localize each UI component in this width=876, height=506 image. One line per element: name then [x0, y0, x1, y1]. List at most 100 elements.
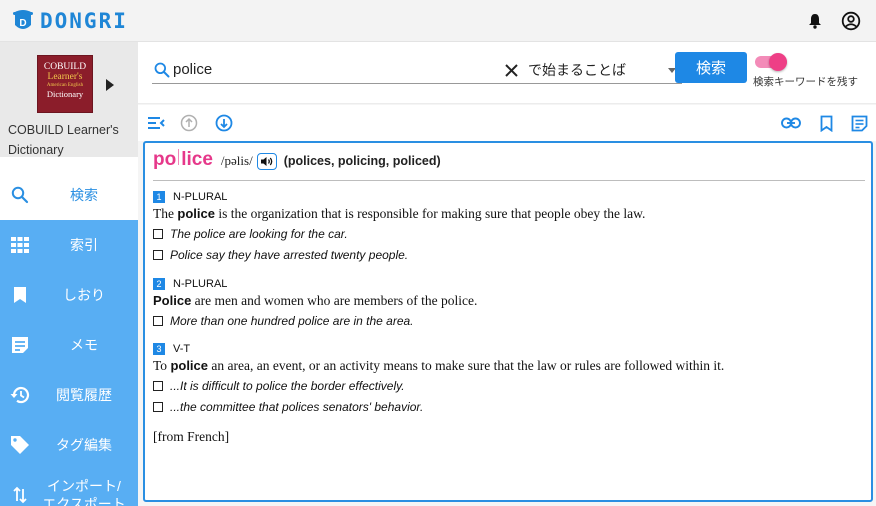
sidebar: COBUILD Learner's American English Dicti…: [0, 42, 138, 506]
sidebar-item-search[interactable]: 検索: [0, 170, 138, 220]
cover-line: COBUILD: [43, 62, 87, 72]
definition: The police is the organization that is r…: [153, 205, 865, 223]
definition: Police are men and women who are members…: [153, 292, 865, 310]
label-line: インポート/: [47, 478, 121, 494]
app-root: D DONGRI COBUILD Learner's American Engl…: [0, 0, 876, 506]
cover-line: Learner's: [47, 72, 83, 82]
svg-text:D: D: [19, 18, 26, 29]
arrow-down-circle-icon[interactable]: [214, 113, 234, 133]
sense-3: 3 V-T To police an area, an event, or an…: [153, 342, 865, 417]
headword-syllable: lice: [181, 149, 213, 170]
sense-header: 2 N-PLURAL: [153, 277, 865, 291]
definition-keyword: Police: [153, 293, 192, 308]
example-sentence: Police say they have arrested twenty peo…: [153, 244, 865, 265]
search-icon: [8, 183, 32, 207]
definition-keyword: police: [170, 358, 209, 373]
example-text: ...It is difficult to police the border …: [170, 378, 405, 393]
audio-play-button[interactable]: [256, 153, 277, 170]
collapse-list-icon[interactable]: [146, 113, 166, 133]
bookmark-outline-icon[interactable]: [816, 113, 836, 133]
sidebar-item-label: 閲覧履歴: [56, 387, 112, 403]
syllable-divider: [178, 149, 180, 165]
definition-text: an area, an event, or an activity means …: [208, 358, 725, 373]
search-button[interactable]: 検索: [675, 52, 747, 83]
search-icon: [152, 60, 172, 80]
sense-number: 3: [153, 343, 165, 355]
example-text: Police say they have arrested twenty peo…: [170, 247, 409, 262]
search-mode-value: で始まることば: [528, 61, 626, 78]
notification-bell-icon[interactable]: [804, 10, 826, 32]
search-field: で始まることば: [152, 56, 682, 84]
dongri-logo-icon: D: [13, 9, 33, 29]
search-input[interactable]: [173, 61, 473, 78]
sidebar-item-memo[interactable]: メモ: [0, 320, 138, 370]
example-sentence: The police are looking for the car.: [153, 223, 865, 244]
memo-edit-icon[interactable]: [849, 113, 869, 133]
clear-icon[interactable]: [501, 60, 521, 80]
label-line: エクスポート: [42, 496, 126, 506]
example-text: The police are looking for the car.: [170, 226, 348, 241]
dictionary-menu-arrow-icon[interactable]: [106, 79, 114, 91]
sidebar-item-tag-edit[interactable]: タグ編集: [0, 420, 138, 470]
search-mode-select[interactable]: で始まることば: [526, 56, 682, 84]
example-marker-icon: [153, 380, 163, 391]
example-marker-icon: [153, 249, 163, 260]
headline-divider: [153, 180, 865, 181]
example-text: ...the committee that polices senators' …: [170, 399, 424, 414]
note-icon: [8, 333, 32, 357]
sense-1: 1 N-PLURAL The police is the organizatio…: [153, 190, 865, 265]
example-marker-icon: [153, 401, 163, 412]
arrow-up-circle-icon[interactable]: [179, 113, 199, 133]
dictionary-cover[interactable]: COBUILD Learner's American English Dicti…: [37, 55, 93, 113]
example-text: More than one hundred police are in the …: [170, 313, 414, 328]
app-name: DONGRI: [40, 8, 128, 33]
history-icon: [8, 383, 32, 407]
headword-syllable: po: [153, 149, 177, 170]
search-bar: で始まることば 検索 検索キーワードを残す: [138, 42, 876, 104]
definition-text: is the organization that is responsible …: [214, 206, 646, 221]
keep-keyword-toggle[interactable]: [753, 53, 787, 71]
sidebar-item-import-export[interactable]: インポート/ エクスポート: [0, 470, 138, 506]
top-actions: [790, 10, 862, 32]
example-marker-icon: [153, 315, 163, 326]
entry-headline: po lice /pəlis/ (polices, policing, polic…: [153, 149, 441, 171]
account-icon[interactable]: [840, 10, 862, 32]
example-marker-icon: [153, 228, 163, 239]
speaker-icon: [260, 157, 273, 166]
sense-header: 1 N-PLURAL: [153, 190, 865, 204]
keep-keyword-label: 検索キーワードを残す: [753, 76, 858, 88]
definition: To police an area, an event, or an activ…: [153, 357, 865, 375]
cover-line: American English: [46, 83, 84, 88]
grammar-label: N-PLURAL: [173, 191, 228, 203]
sidebar-item-label: インポート/ エクスポート: [30, 477, 138, 506]
definition-text: are men and women who are members of the…: [191, 293, 478, 308]
sense-header: 3 V-T: [153, 342, 865, 356]
grammar-label: N-PLURAL: [173, 278, 228, 290]
inflected-forms: (polices, policing, policed): [283, 154, 441, 168]
dictionary-selector: COBUILD Learner's American English Dicti…: [0, 42, 138, 157]
app-logo[interactable]: D DONGRI: [13, 9, 128, 33]
sidebar-item-label: メモ: [70, 337, 98, 353]
pronunciation: /pəlis/: [220, 153, 253, 168]
example-sentence: ...It is difficult to police the border …: [153, 375, 865, 396]
dictionary-entry: po lice /pəlis/ (polices, policing, polic…: [143, 141, 873, 502]
definition-text: The: [153, 206, 178, 221]
import-export-icon: [8, 483, 32, 506]
definition-text: To: [153, 358, 171, 373]
link-icon[interactable]: [781, 113, 801, 133]
sidebar-item-bookmarks[interactable]: しおり: [0, 270, 138, 320]
sense-2: 2 N-PLURAL Police are men and women who …: [153, 277, 865, 331]
sidebar-item-label: 検索: [70, 187, 98, 203]
etymology: [from French]: [153, 429, 230, 444]
dictionary-title: COBUILD Learner's Dictionary: [8, 123, 119, 157]
sidebar-item-history[interactable]: 閲覧履歴: [0, 370, 138, 420]
definition-keyword: police: [177, 206, 215, 221]
sidebar-item-index[interactable]: 索引: [0, 220, 138, 270]
sense-number: 2: [153, 278, 165, 290]
cover-line: Dictionary: [46, 89, 84, 99]
example-sentence: More than one hundred police are in the …: [153, 310, 865, 331]
sidebar-item-label: 索引: [70, 237, 98, 253]
example-sentence: ...the committee that polices senators' …: [153, 396, 865, 417]
bookmark-icon: [8, 283, 32, 307]
sidebar-nav: 検索 索引 しおり メモ 閲覧履歴 タグ編集 インポート/ エクスポート: [0, 170, 138, 506]
